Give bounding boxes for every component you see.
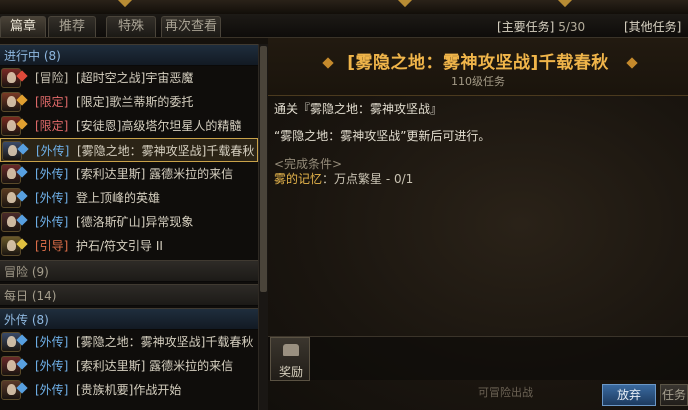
quest-name: 登上顶峰的英雄: [76, 191, 161, 205]
quest-description: 通关『雾隐之地：雾神攻坚战』: [274, 102, 443, 116]
quest-row[interactable]: [引导] 护石/符文引导 II: [0, 234, 258, 258]
quest-note: “雾隐之地：雾神攻坚战”更新后可进行。: [274, 129, 491, 143]
quest-name: [雾隐之地：雾神攻坚战]千载春秋: [77, 144, 255, 158]
quest-row[interactable]: [外传] 登上顶峰的英雄: [0, 186, 258, 210]
quest-list-panel: 进行中 (8) 冒险 (9) 每日 (14) 外传 (8) [冒险] [超时空之战…: [0, 44, 268, 410]
ornament-icon: [117, 0, 133, 8]
main-quest-counter[interactable]: [主要任务] 5/30: [497, 18, 585, 35]
condition-item: 雾的记忆: [274, 172, 323, 186]
reward-button[interactable]: 奖励: [270, 337, 310, 381]
quest-name: [索利达里斯] 露德米拉的来信: [76, 359, 234, 373]
abandon-button[interactable]: 放弃: [602, 384, 656, 406]
quest-name: [限定]歌兰蒂斯的委托: [76, 95, 194, 109]
treasure-chest-icon: [283, 344, 299, 356]
quest-button[interactable]: 任务: [660, 384, 688, 406]
condition-progress: ：万点繁星 - 0/1: [322, 172, 414, 186]
quest-name: [索利达里斯] 露德米拉的来信: [76, 167, 234, 181]
quest-title: [雾隐之地：雾神攻坚战]千载春秋: [347, 53, 609, 73]
ornament-icon: [557, 0, 573, 8]
quest-row[interactable]: [外传] [索利达里斯] 露德米拉的来信: [0, 354, 258, 378]
quest-tag: [外传]: [35, 383, 69, 397]
reward-area: 奖励: [268, 336, 688, 381]
category-side[interactable]: 外传 (8): [0, 308, 258, 330]
quest-tag: [外传]: [35, 191, 69, 205]
quest-tag: [外传]: [35, 359, 69, 373]
category-daily[interactable]: 每日 (14): [0, 284, 258, 306]
quest-row[interactable]: [冒险] [超时空之战]宇宙恶魔: [0, 66, 258, 90]
main-quest-count: 5/30: [558, 20, 586, 34]
quest-row[interactable]: [外传] [雾隐之地：雾神攻坚战]千载春秋: [0, 138, 258, 162]
other-quest-label: [其他任务]: [624, 20, 682, 34]
quest-name: [德洛斯矿山]异常现象: [76, 215, 194, 229]
tab-recommend[interactable]: 推荐: [48, 16, 96, 37]
quest-tag: [引导]: [35, 239, 69, 253]
reward-label: 奖励: [278, 365, 303, 379]
top-decoration-strip: [0, 0, 688, 14]
quest-tag: [冒险]: [35, 71, 69, 85]
quest-row[interactable]: [外传] [贵族机要]作战开始: [0, 378, 258, 402]
category-in-progress[interactable]: 进行中 (8): [0, 44, 258, 66]
quest-tag: [外传]: [35, 215, 69, 229]
quest-tag: [外传]: [36, 144, 70, 158]
detail-header: [雾隐之地：雾神攻坚战]千载春秋 110级任务: [268, 38, 688, 96]
tab-chapter[interactable]: 篇章: [0, 16, 46, 37]
main-quest-label: [主要任务]: [497, 20, 555, 34]
other-quest-counter[interactable]: [其他任务]: [624, 18, 681, 35]
quest-name: [贵族机要]作战开始: [76, 383, 182, 397]
quest-row[interactable]: [外传] [德洛斯矿山]异常现象: [0, 210, 258, 234]
quest-tag: [外传]: [35, 167, 69, 181]
quest-row[interactable]: [限定] [限定]歌兰蒂斯的委托: [0, 90, 258, 114]
tab-review[interactable]: 再次查看: [161, 16, 221, 37]
quest-tag: [限定]: [35, 119, 69, 133]
quest-detail-panel: [雾隐之地：雾神攻坚战]千载春秋 110级任务 通关『雾隐之地：雾神攻坚战』 “…: [268, 38, 688, 410]
quest-row[interactable]: [外传] [雾隐之地：雾神攻坚战]千载春秋: [0, 330, 258, 354]
quest-name: [超时空之战]宇宙恶魔: [76, 71, 194, 85]
quest-list-scrollbar[interactable]: [258, 44, 268, 410]
quest-name: 护石/符文引导 II: [76, 239, 163, 253]
tab-special[interactable]: 特殊: [106, 16, 156, 37]
status-hint: 可冒险出战: [478, 386, 533, 399]
ornament-icon: [397, 0, 413, 8]
quest-row[interactable]: [限定] [安徒恩]高级塔尔坦星人的精髓: [0, 114, 258, 138]
category-adventure[interactable]: 冒险 (9): [0, 260, 258, 282]
quest-tag: [外传]: [35, 335, 69, 349]
scrollbar-thumb[interactable]: [260, 46, 267, 292]
quest-row[interactable]: [外传] [索利达里斯] 露德米拉的来信: [0, 162, 258, 186]
completion-condition: 雾的记忆：万点繁星 - 0/1: [274, 170, 413, 187]
quest-level: 110级任务: [451, 75, 505, 88]
quest-name: [雾隐之地：雾神攻坚战]千载春秋: [76, 335, 254, 349]
quest-name: [安徒恩]高级塔尔坦星人的精髓: [76, 119, 242, 133]
quest-tab-bar: 篇章 推荐 特殊 再次查看 [主要任务] 5/30 [其他任务]: [0, 14, 688, 38]
quest-tag: [限定]: [35, 95, 69, 109]
